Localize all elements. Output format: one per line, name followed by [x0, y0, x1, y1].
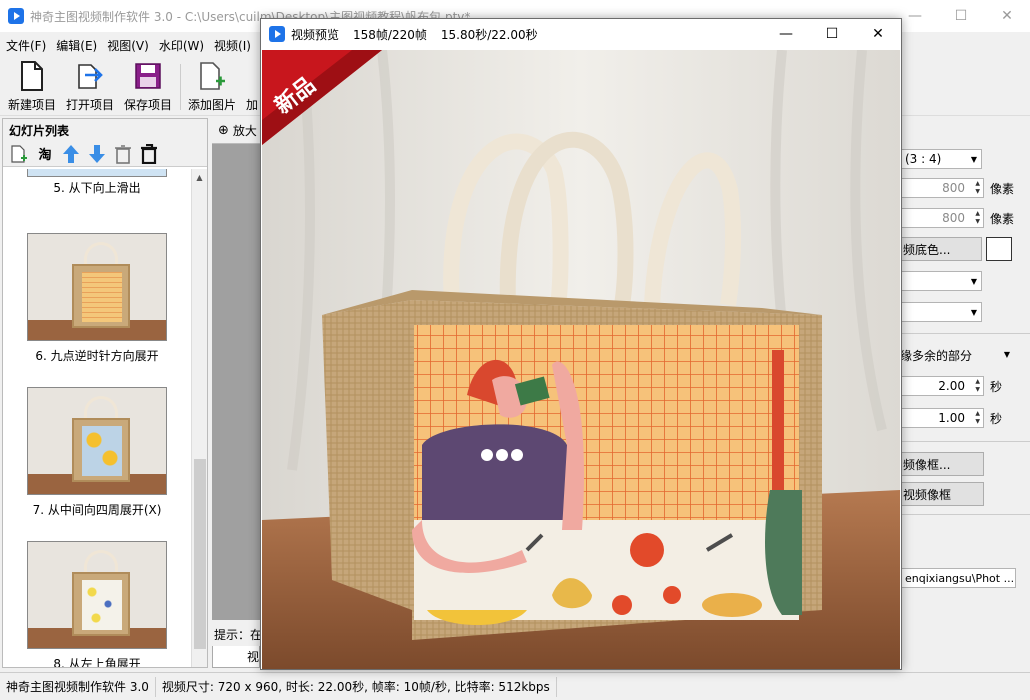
duration-input-2[interactable]: 1.00 ▲ ▼ — [900, 408, 984, 428]
close-button[interactable]: ✕ — [984, 0, 1030, 32]
duration-value-2: 1.00 — [938, 411, 965, 425]
app-logo-icon — [8, 8, 24, 24]
crop-mode-value: 缘多余的部分 — [900, 348, 973, 363]
width-unit: 像素 — [990, 181, 1015, 196]
slides-panel-toolbar: 淘 — [3, 141, 207, 167]
frame-button-1[interactable]: 频像框... — [900, 452, 984, 476]
preview-frames: 158帧/220帧 — [353, 27, 427, 42]
slide-item[interactable]: 8. 从左上角展开 — [3, 541, 191, 667]
slide-item[interactable]: 6. 九点逆时针方向展开 — [3, 233, 191, 385]
slide-label: 6. 九点逆时针方向展开 — [35, 349, 159, 363]
save-project-button[interactable]: 保存项目 — [120, 60, 176, 114]
height-value: 800 — [942, 211, 965, 225]
add-image-button[interactable]: 添加图片 — [184, 60, 240, 114]
duration-input-1[interactable]: 2.00 ▲ ▼ — [900, 376, 984, 396]
slide-thumbnail — [27, 541, 167, 649]
scroll-up-icon[interactable]: ▲ — [192, 169, 207, 185]
aspect-ratio-value: (3 : 4) — [905, 152, 942, 166]
bottom-tab-label: 视 — [247, 650, 260, 664]
duration-value-1: 2.00 — [938, 379, 965, 393]
slides-panel-title: 幻灯片列表 — [3, 119, 207, 141]
bg-color-swatch[interactable] — [986, 237, 1012, 261]
new-project-label: 新建项目 — [7, 98, 56, 112]
delete-icon[interactable] — [113, 144, 133, 164]
slide-item[interactable]: 7. 从中间向四周展开(X) — [3, 387, 191, 539]
preview-title: 视频预览 — [291, 27, 340, 42]
preview-image: 新品 — [262, 50, 900, 669]
status-bar: 神奇主图视频制作软件 3.0 视频尺寸: 720 x 960, 时长: 22.0… — [0, 672, 1030, 700]
seconds-unit: 秒 — [990, 411, 1003, 426]
menu-edit[interactable]: 编辑(E) — [56, 37, 97, 54]
properties-panel: (3 : 4) ▼ 800 ▲ ▼ 像素 800 ▲ ▼ 像素 频底色... ▼ ▼ 缘… — [900, 118, 1030, 668]
height-input[interactable]: 800 ▲ ▼ — [900, 208, 984, 228]
width-value: 800 — [942, 181, 965, 195]
hint-text: 提示：在 — [214, 628, 263, 642]
preview-title-bar[interactable]: 视频预览 158帧/220帧 15.80秒/22.00秒 — ☐ ✕ — [261, 19, 901, 49]
preview-maximize-button[interactable]: ☐ — [809, 19, 855, 49]
new-file-icon — [16, 60, 48, 92]
slides-panel: 幻灯片列表 淘 5. 从下向上滑出 6. 九点逆时针方向展开 7. 从中间向四周… — [2, 118, 208, 668]
frame-button-2[interactable]: 视频像框 — [900, 482, 984, 506]
toolbar-divider — [180, 64, 181, 110]
maximize-button[interactable]: ☐ — [938, 0, 984, 32]
scrollbar-thumb[interactable] — [194, 459, 206, 649]
save-project-label: 保存项目 — [123, 98, 172, 112]
slide-label: 5. 从下向上滑出 — [53, 181, 141, 195]
path-field[interactable]: enqixiangsu\Phot ... — [900, 568, 1016, 588]
canvas-area[interactable] — [212, 144, 260, 620]
divider — [900, 441, 1030, 442]
preview-minimize-button[interactable]: — — [763, 19, 809, 49]
crop-mode-select[interactable]: 缘多余的部分 ▼ — [900, 345, 1014, 365]
add-slide-icon[interactable] — [9, 144, 29, 164]
preview-time: 15.80秒/22.00秒 — [440, 27, 538, 42]
bg-color-button[interactable]: 频底色... — [900, 237, 982, 261]
width-input[interactable]: 800 ▲ ▼ — [900, 178, 984, 198]
menu-file[interactable]: 文件(F) — [6, 37, 46, 54]
open-project-button[interactable]: 打开项目 — [62, 60, 118, 114]
add-more-label: 加 — [246, 98, 259, 112]
slides-scrollbar[interactable]: ▲ — [191, 169, 207, 667]
zoom-in-label[interactable]: 放大 — [233, 122, 257, 139]
video-preview-window: 视频预览 158帧/220帧 15.80秒/22.00秒 — ☐ ✕ 新品 — [260, 18, 902, 670]
slide-label: 8. 从左上角展开 — [53, 657, 141, 667]
add-image-icon — [196, 60, 228, 92]
divider — [900, 333, 1030, 334]
canvas-toolbar: ⊕ 放大 — [212, 118, 260, 144]
divider — [900, 514, 1030, 515]
move-up-icon[interactable] — [61, 144, 81, 164]
slide-thumbnail — [27, 233, 167, 341]
chevron-down-icon: ▼ — [1003, 350, 1010, 359]
open-project-label: 打开项目 — [65, 98, 114, 112]
add-image-label: 添加图片 — [187, 98, 236, 112]
add-more-button[interactable]: 加 — [238, 60, 260, 114]
slide-thumbnail — [27, 387, 167, 495]
status-app-name: 神奇主图视频制作软件 3.0 — [0, 676, 156, 697]
app-logo-icon — [269, 26, 285, 42]
seconds-unit: 秒 — [990, 379, 1003, 394]
chevron-down-icon: ▼ — [970, 155, 977, 164]
menu-video[interactable]: 视频(I) — [214, 37, 251, 54]
taobao-button[interactable]: 淘 — [35, 144, 55, 164]
new-project-button[interactable]: 新建项目 — [4, 60, 60, 114]
height-unit: 像素 — [990, 211, 1015, 226]
save-disk-icon — [132, 60, 164, 92]
move-down-icon[interactable] — [87, 144, 107, 164]
menu-watermark[interactable]: 水印(W) — [159, 37, 204, 54]
open-file-icon — [74, 60, 106, 92]
menu-view[interactable]: 视图(V) — [107, 37, 149, 54]
bottom-tab[interactable]: 视 — [212, 646, 260, 668]
clear-all-icon[interactable] — [139, 143, 159, 164]
zoom-in-icon[interactable]: ⊕ — [218, 123, 229, 138]
option-select-1[interactable]: ▼ — [900, 271, 982, 291]
aspect-ratio-select[interactable]: (3 : 4) ▼ — [900, 149, 982, 169]
slides-list: 5. 从下向上滑出 6. 九点逆时针方向展开 7. 从中间向四周展开(X) 8.… — [3, 169, 191, 667]
preview-close-button[interactable]: ✕ — [855, 19, 901, 49]
slide-thumbnail — [27, 169, 167, 177]
option-select-2[interactable]: ▼ — [900, 302, 982, 322]
status-video-info: 视频尺寸: 720 x 960, 时长: 22.00秒, 帧率: 10帧/秒, … — [156, 676, 557, 697]
slide-label: 7. 从中间向四周展开(X) — [32, 503, 162, 517]
